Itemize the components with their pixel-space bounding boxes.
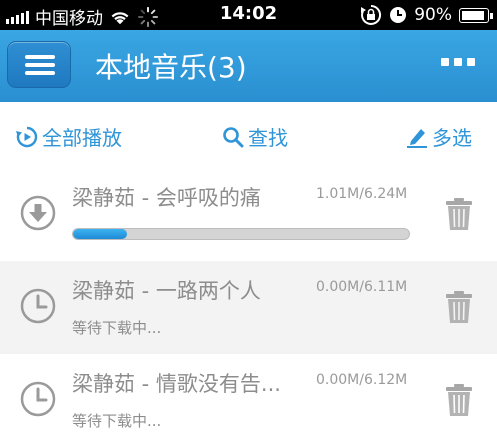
play-all-label: 全部播放 [42,126,122,150]
search-button[interactable]: 查找 [222,122,288,151]
list-item[interactable]: 梁静茹 - 情歌没有告... 0.00M/6.12M 等待下载中... [0,354,497,445]
battery-icon [459,7,493,23]
alarm-icon [390,7,407,23]
song-size: 0.00M/6.11M [316,279,408,295]
list-item[interactable]: 梁静茹 - 一路两个人 0.00M/6.11M 等待下载中... [0,261,497,354]
edit-icon [407,128,427,148]
battery-percent: 90% [414,5,452,25]
trash-icon[interactable] [446,384,472,416]
multi-select-label: 多选 [432,126,472,150]
song-size: 0.00M/6.12M [316,372,408,388]
menu-button[interactable] [7,41,71,88]
clock-icon [20,288,56,324]
clock-icon [20,381,56,417]
play-circle-icon [16,126,38,147]
rotation-lock-icon [361,4,382,25]
search-icon [223,126,244,147]
song-status: 等待下载中... [72,319,162,337]
multi-select-button[interactable]: 多选 [406,122,472,151]
list-item[interactable]: 梁静茹 - 会呼吸的痛 1.01M/6.24M [0,168,497,261]
song-title: 梁静茹 - 一路两个人 [72,279,261,303]
toolbar: 全部播放 查找 多选 [0,102,497,168]
song-status: 等待下载中... [72,412,162,430]
search-label: 查找 [248,126,288,150]
download-icon [20,195,56,231]
download-progress-bar [72,228,410,240]
song-title: 梁静茹 - 情歌没有告... [72,372,281,396]
song-size: 1.01M/6.24M [316,186,408,202]
song-title: 梁静茹 - 会呼吸的痛 [72,186,261,210]
status-bar: 中国移动 14:02 90% [0,0,497,30]
more-button[interactable] [441,58,475,66]
play-all-button[interactable]: 全部播放 [16,122,122,151]
trash-icon[interactable] [446,198,472,230]
title-bar: 本地音乐(3) [0,30,497,102]
trash-icon[interactable] [446,291,472,323]
page-title: 本地音乐(3) [95,51,247,84]
download-progress-fill [73,229,127,239]
